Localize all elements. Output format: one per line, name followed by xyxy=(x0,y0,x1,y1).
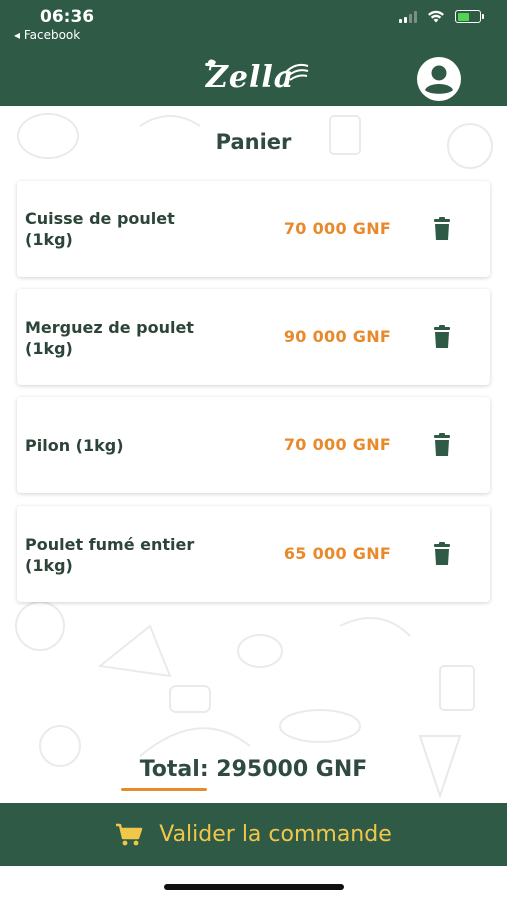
battery-icon xyxy=(455,10,484,23)
cart-item-price: 70 000 GNF xyxy=(283,435,392,454)
page-title: Panier xyxy=(215,130,292,154)
cart-item-name: Cuisse de poulet (1kg) xyxy=(25,209,175,249)
validate-order-label: Valider la commande xyxy=(159,822,392,847)
app-header: 06:36 ◂ Facebook Zella xyxy=(0,0,507,106)
cart-item-name: Merguez de poulet (1kg) xyxy=(25,318,194,358)
cart-item: Cuisse de poulet (1kg) 70 000 GNF xyxy=(17,181,490,277)
zella-logo: Zella xyxy=(196,54,316,100)
trash-icon[interactable] xyxy=(431,217,453,241)
account-circle-icon xyxy=(417,57,461,101)
trash-icon[interactable] xyxy=(431,433,453,457)
trash-icon[interactable] xyxy=(431,325,453,349)
trash-icon[interactable] xyxy=(431,542,453,566)
cart-item-price: 90 000 GNF xyxy=(283,327,392,346)
cart-item-price: 70 000 GNF xyxy=(283,219,392,238)
status-time: 06:36 xyxy=(40,7,95,27)
shopping-cart-icon xyxy=(116,823,143,845)
cart-item: Poulet fumé entier (1kg) 65 000 GNF xyxy=(17,506,490,602)
wifi-icon xyxy=(428,10,444,23)
home-indicator[interactable] xyxy=(164,884,344,890)
cart-item-price: 65 000 GNF xyxy=(283,544,392,563)
cart-item-name: Pilon (1kg) xyxy=(25,436,124,455)
cart-item: Pilon (1kg) 70 000 GNF xyxy=(17,397,490,493)
total-underline xyxy=(121,788,207,791)
back-to-facebook-link[interactable]: ◂ Facebook xyxy=(14,28,80,42)
profile-button[interactable] xyxy=(416,56,462,102)
logo-text: Zella xyxy=(206,60,295,95)
cart-total: Total: 295000 GNF xyxy=(139,757,368,782)
signal-icon xyxy=(399,10,417,23)
status-icons xyxy=(399,10,484,23)
cart-item: Merguez de poulet (1kg) 90 000 GNF xyxy=(17,289,490,385)
cart-item-name: Poulet fumé entier (1kg) xyxy=(25,535,195,575)
validate-order-button[interactable]: Valider la commande xyxy=(0,803,507,866)
footer-bar: Valider la commande xyxy=(0,803,507,866)
